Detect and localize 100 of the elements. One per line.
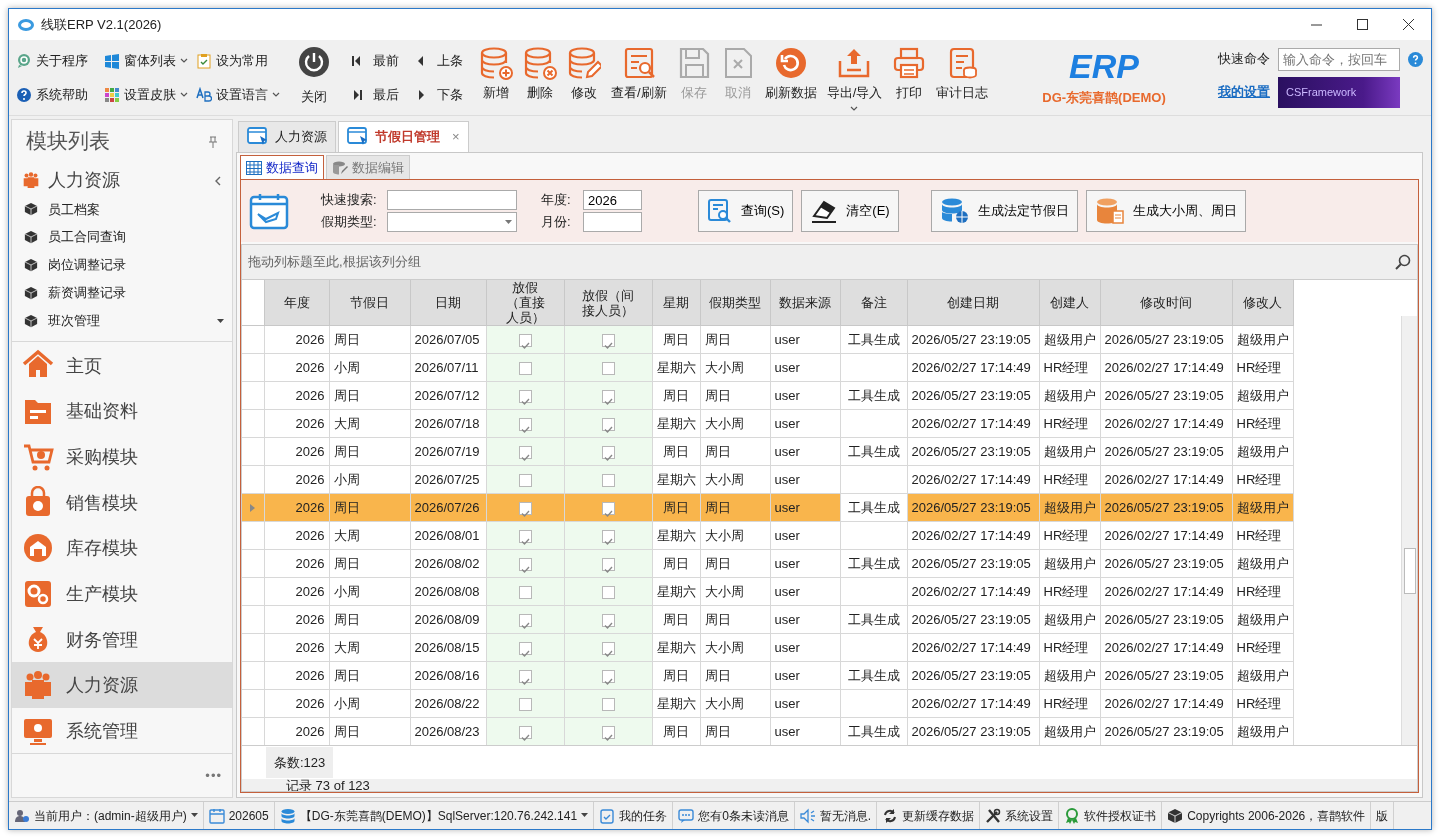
navigation-button[interactable]: 最后	[351, 79, 403, 110]
status-item[interactable]: 暂无消息.	[794, 802, 878, 829]
checkbox[interactable]	[518, 641, 532, 655]
checkbox[interactable]	[601, 529, 615, 543]
module-item[interactable]: 系统管理	[12, 707, 232, 754]
column-header[interactable]: 节假日	[329, 280, 410, 326]
table-row[interactable]: 2026 周日 2026/08/16 周日 周日 user 工具生成 2026/05/27 23:19:05 超级用户 2026/05/27 23:19:05 超级用户	[242, 661, 1293, 690]
sidebar-item[interactable]: 员工档案	[12, 195, 232, 224]
table-row[interactable]: 2026 大周 2026/07/18 星期六 大小周 user 2026/02/27 17:14:49 HR经理 2026/02/27 17:14:49 HR经理	[242, 409, 1293, 438]
tab[interactable]: 节假日管理 ×	[338, 121, 469, 152]
toolbar-button[interactable]: 新增	[475, 42, 517, 113]
more-button[interactable]: •••	[205, 765, 222, 786]
table-row[interactable]: 2026 周日 2026/08/09 周日 周日 user 工具生成 2026/05/27 23:19:05 超级用户 2026/05/27 23:19:05 超级用户	[242, 605, 1293, 634]
checkbox[interactable]	[601, 473, 615, 487]
navigation-button[interactable]: 最前	[351, 45, 403, 76]
checkbox[interactable]	[601, 333, 615, 347]
checkbox[interactable]	[601, 697, 615, 711]
close-button[interactable]: 关闭	[293, 42, 335, 113]
toolbar-button[interactable]: 导出/导入	[822, 42, 887, 113]
column-header[interactable]: 星期	[652, 280, 700, 326]
column-header[interactable]: 创建人	[1039, 280, 1100, 326]
table-row[interactable]: 2026 周日 2026/07/12 周日 周日 user 工具生成 2026/05/27 23:19:05 超级用户 2026/05/27 23:19:05 超级用户	[242, 381, 1293, 410]
checkbox[interactable]	[518, 725, 532, 739]
module-item[interactable]: 生产模块	[12, 570, 232, 617]
toolbar-button[interactable]: 窗体列表	[101, 45, 193, 76]
status-item[interactable]: 您有0条未读消息	[673, 802, 795, 829]
module-item[interactable]: 销售模块	[12, 479, 232, 526]
module-item[interactable]: 库存模块	[12, 525, 232, 571]
sidebar-item[interactable]: 薪资调整记录	[12, 278, 232, 307]
checkbox[interactable]	[601, 669, 615, 683]
toolbar-button[interactable]: 设置皮肤	[101, 79, 193, 110]
status-item[interactable]: 我的任务	[594, 802, 674, 829]
status-item[interactable]: Copyrights 2006-2026，喜鹊软件	[1162, 802, 1372, 829]
module-item[interactable]: 人力资源	[12, 662, 232, 708]
navigation-button[interactable]: 下条	[415, 79, 467, 110]
checkbox[interactable]	[518, 501, 532, 515]
table-row[interactable]: 2026 周日 2026/07/26 周日 周日 user 工具生成 2026/05/27 23:19:05 超级用户 2026/05/27 23:19:05 超级用户	[242, 493, 1293, 522]
holiday-type-dropdown[interactable]	[387, 212, 517, 232]
scrollbar[interactable]	[1401, 316, 1417, 745]
toolbar-button[interactable]: 审计日志	[932, 42, 993, 113]
checkbox[interactable]	[601, 613, 615, 627]
tab[interactable]: 数据编辑	[326, 155, 410, 179]
column-header[interactable]: 放假（间接人员）	[564, 280, 652, 326]
sidebar-item[interactable]: 岗位调整记录	[12, 251, 232, 279]
search-field[interactable]	[387, 190, 517, 210]
status-item[interactable]: 更新缓存数据	[877, 802, 981, 829]
action-button[interactable]: 生成大小周、周日	[1085, 190, 1246, 232]
navigation-button[interactable]: 上条	[415, 45, 467, 76]
column-header[interactable]: 假期类型	[700, 280, 770, 326]
table-row[interactable]: 2026 周日 2026/07/19 周日 周日 user 工具生成 2026/05/27 23:19:05 超级用户 2026/05/27 23:19:05 超级用户	[242, 437, 1293, 466]
checkbox[interactable]	[601, 389, 615, 403]
checkbox[interactable]	[601, 725, 615, 739]
checkbox[interactable]	[518, 697, 532, 711]
status-item[interactable]: 软件授权证书	[1059, 802, 1163, 829]
tab[interactable]: 人力资源	[238, 121, 336, 152]
toolbar-button[interactable]: 系统帮助	[13, 79, 101, 110]
checkbox[interactable]	[518, 417, 532, 431]
table-row[interactable]: 2026 小周 2026/08/22 星期六 大小周 user 2026/02/27 17:14:49 HR经理 2026/02/27 17:14:49 HR经理	[242, 689, 1293, 718]
checkbox[interactable]	[601, 445, 615, 459]
checkbox[interactable]	[518, 585, 532, 599]
toolbar-button[interactable]: 查看/刷新	[607, 42, 671, 113]
checkbox[interactable]	[601, 361, 615, 375]
checkbox[interactable]	[518, 473, 532, 487]
close-tab-button[interactable]: ×	[452, 127, 460, 147]
toolbar-button[interactable]: 刷新数据	[760, 42, 821, 113]
column-header[interactable]: 修改人	[1232, 280, 1293, 326]
column-header[interactable]: 放假（直接人员）	[486, 280, 564, 326]
status-item[interactable]: 版	[1371, 802, 1395, 829]
table-row[interactable]: 2026 小周 2026/07/25 星期六 大小周 user 2026/02/27 17:14:49 HR经理 2026/02/27 17:14:49 HR经理	[242, 465, 1293, 494]
action-button[interactable]: 生成法定节假日	[930, 190, 1078, 232]
action-button[interactable]: 清空(E)	[801, 190, 899, 232]
column-header[interactable]: 修改时间	[1100, 280, 1232, 326]
table-row[interactable]: 2026 小周 2026/08/08 星期六 大小周 user 2026/02/27 17:14:49 HR经理 2026/02/27 17:14:49 HR经理	[242, 577, 1293, 606]
module-item[interactable]: 主页	[12, 342, 232, 389]
column-header[interactable]: 数据来源	[770, 280, 840, 326]
checkbox[interactable]	[518, 557, 532, 571]
month-field[interactable]	[583, 212, 642, 232]
checkbox[interactable]	[601, 501, 615, 515]
module-item[interactable]: 采购模块	[12, 433, 232, 480]
column-header[interactable]: 备注	[840, 280, 907, 326]
status-item[interactable]: 系统设置	[980, 802, 1060, 829]
checkbox[interactable]	[518, 529, 532, 543]
table-row[interactable]: 2026 小周 2026/07/11 星期六 大小周 user 2026/02/27 17:14:49 HR经理 2026/02/27 17:14:49 HR经理	[242, 353, 1293, 382]
action-button[interactable]: 查询(S)	[698, 190, 794, 232]
checkbox[interactable]	[518, 669, 532, 683]
sidebar-item[interactable]: 员工合同查询	[12, 223, 232, 252]
checkbox[interactable]	[601, 557, 615, 571]
column-header[interactable]: 年度	[264, 280, 329, 326]
module-group-header[interactable]: 人力资源	[12, 163, 232, 196]
column-header[interactable]: 日期	[410, 280, 486, 326]
toolbar-button[interactable]: 修改	[563, 42, 605, 113]
toolbar-button[interactable]: 设置语言	[193, 79, 285, 110]
toolbar-button[interactable]: 关于程序	[13, 45, 101, 76]
module-item[interactable]: 财务管理	[12, 616, 232, 662]
toolbar-button[interactable]: 设为常用	[193, 45, 285, 76]
checkbox[interactable]	[518, 445, 532, 459]
sidebar-item[interactable]: 班次管理	[12, 306, 232, 335]
checkbox[interactable]	[601, 417, 615, 431]
column-header[interactable]: 创建日期	[907, 280, 1039, 326]
command-field[interactable]: 输入命令，按回车	[1278, 47, 1400, 71]
